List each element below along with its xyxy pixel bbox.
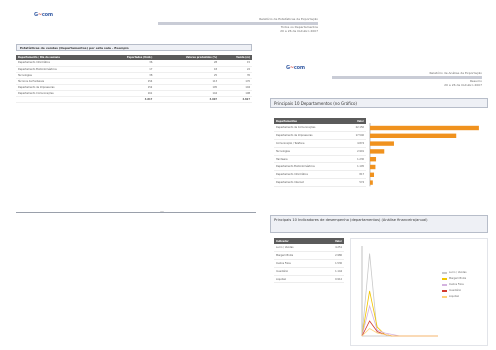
logo-subtext-page2 bbox=[286, 72, 287, 74]
bar-0 bbox=[370, 125, 479, 131]
page2-header-title: Relatório de Análise de Exportação bbox=[429, 71, 482, 75]
table-row: Departamento Informática 817 bbox=[274, 170, 366, 180]
table-row-cell: Inventário bbox=[274, 267, 321, 276]
company-logo: G~com bbox=[34, 12, 53, 21]
legend-swatch bbox=[442, 277, 447, 280]
bar-4 bbox=[370, 157, 377, 162]
table-row-cell: 574 bbox=[345, 178, 366, 187]
table-row-cell: 0.912 bbox=[320, 275, 344, 284]
bar-2 bbox=[370, 141, 394, 146]
table-row: Departamento Internet 574 bbox=[274, 178, 366, 187]
table-row-cell: Liquidez bbox=[274, 275, 321, 284]
table-row: Liquidez 0.912 bbox=[274, 275, 344, 284]
bar-1 bbox=[370, 133, 457, 138]
table-total-row-cell: 3.007 bbox=[154, 95, 220, 103]
top-departments-bar-chart bbox=[369, 123, 479, 187]
table-row: Departamento de Comunicações 22.150 bbox=[274, 124, 366, 133]
table-row-cell: 2.901 bbox=[345, 147, 366, 156]
table-row-cell: 17.540 bbox=[345, 131, 366, 141]
table-row-cell: Tecnologias bbox=[274, 147, 346, 156]
legend-label: Liquidez bbox=[449, 295, 459, 298]
table-row-cell: Margem Bruta bbox=[274, 251, 321, 261]
table-row: Inventário 1.144 bbox=[274, 267, 344, 276]
table-row-cell: 1.105 bbox=[345, 162, 366, 172]
page2-section1-title: Principais 10 Departamentos (no Gráfico) bbox=[270, 98, 488, 108]
table-row-cell: 817 bbox=[345, 170, 366, 180]
page1-header-date: 20 a 26 de Outubro 2007 bbox=[280, 29, 318, 33]
table-row-cell: Departamento Informática bbox=[274, 170, 346, 180]
page2-header-date: 20 a 26 de Outubro 2007 bbox=[444, 83, 482, 87]
top-departments-table: Departamentos Valor Departamento de Comun… bbox=[274, 118, 366, 187]
table-row-cell: Custos Fixos bbox=[274, 259, 321, 268]
table-row: Departamento de Impressoras 17.540 bbox=[274, 131, 366, 141]
legend-label: Margem Bruta bbox=[449, 277, 467, 280]
table-row-cell: Lucro / Vendas bbox=[274, 244, 321, 253]
table-row: Custos Fixos 1.530 bbox=[274, 259, 344, 268]
divider-marker: — bbox=[160, 209, 164, 214]
legend-swatch bbox=[442, 295, 447, 298]
bar-3 bbox=[370, 149, 385, 154]
table-row-cell: Hardware bbox=[274, 155, 346, 164]
page1-header: Relatório de Estatísticas de Exportação … bbox=[158, 17, 318, 33]
table-row: Lucro / Vendas 4.251 bbox=[274, 244, 344, 253]
legend-item: Liquidez bbox=[442, 294, 467, 300]
bar-5 bbox=[370, 164, 376, 170]
indicators-table: Indicador Valor Lucro / Vendas 4.251 Margem… bbox=[274, 238, 344, 284]
page2-section2-title: Principais 10 Indicadores de desempenho … bbox=[270, 215, 488, 233]
table-total-row-cell bbox=[16, 95, 101, 103]
series-line-3 bbox=[361, 320, 438, 337]
table-total-row-cell: 4.817 bbox=[100, 95, 155, 103]
table-row-cell: Comunicação / Telefone bbox=[274, 139, 346, 148]
bar-6 bbox=[370, 172, 375, 177]
company-logo-page2: G~com bbox=[286, 65, 305, 74]
table-row: Margem Bruta 2.980 bbox=[274, 251, 344, 261]
table-row-cell: 1.230 bbox=[345, 155, 366, 164]
series-line-0 bbox=[361, 253, 438, 337]
table-row-cell: 2.980 bbox=[320, 251, 344, 261]
table-row-cell: 1.530 bbox=[320, 259, 344, 268]
table-row: Tecnologias 2.901 bbox=[274, 147, 366, 156]
table-row-cell: Departamento Eletrodomésticos bbox=[274, 162, 346, 172]
series-line-4 bbox=[361, 327, 438, 337]
legend-swatch bbox=[442, 271, 447, 274]
bar-7 bbox=[370, 180, 373, 185]
page1-header-title: Relatório de Estatísticas de Exportação bbox=[259, 17, 318, 21]
table-row-cell: 1.144 bbox=[320, 267, 344, 276]
table-total-row-cell: 4.827 bbox=[219, 95, 252, 103]
line-chart-legend: Lucro / Vendas Margem Bruta Custos Fixos In… bbox=[442, 270, 467, 300]
logo-mark: G~com bbox=[34, 12, 53, 18]
legend-swatch bbox=[442, 289, 447, 292]
logo-mark-page2: G~com bbox=[286, 65, 305, 71]
legend-label: Custos Fixos bbox=[449, 283, 464, 286]
page-divider bbox=[16, 212, 256, 213]
page1-stats-table: Departamento / Dia da semana Exportados (… bbox=[16, 55, 252, 103]
table-row-cell: Departamento de Impressoras bbox=[274, 131, 346, 141]
legend-swatch bbox=[442, 283, 447, 286]
table-row-cell: 22.150 bbox=[345, 124, 366, 133]
table-row: Comunicação / Telefone 4.874 bbox=[274, 139, 366, 148]
page1-section-title: Estatísticas de vendas (Departamentos) p… bbox=[16, 44, 252, 51]
table-row-cell: 4.251 bbox=[320, 244, 344, 253]
table-row-cell: Departamento Internet bbox=[274, 178, 346, 187]
table-row-cell: Departamento de Comunicações bbox=[274, 124, 346, 133]
table-row: Hardware 1.230 bbox=[274, 155, 366, 164]
table-total-row: 4.817 3.007 4.827 bbox=[16, 95, 252, 103]
logo-subtext bbox=[34, 19, 35, 21]
page2-header: Relatório de Análise de Exportação Resum… bbox=[332, 71, 482, 87]
legend-label: Lucro / Vendas bbox=[449, 271, 467, 274]
legend-label: Inventário bbox=[449, 289, 462, 292]
table-row-cell: 4.874 bbox=[345, 139, 366, 148]
series-line-1 bbox=[361, 290, 438, 337]
table-row: Departamento Eletrodomésticos 1.105 bbox=[274, 162, 366, 172]
